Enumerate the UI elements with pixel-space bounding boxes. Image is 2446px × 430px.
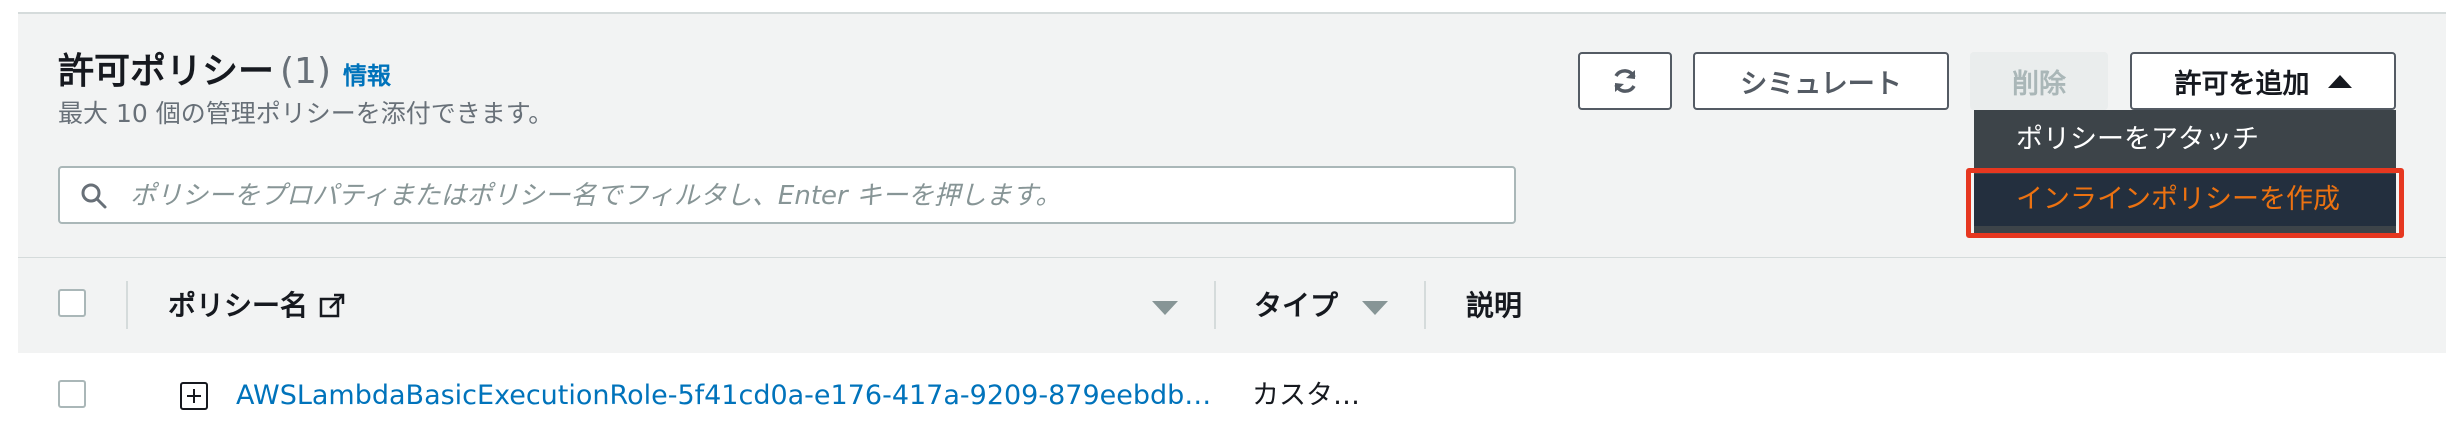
search-placeholder: ポリシーをプロパティまたはポリシー名でフィルタし、Enter キーを押します。	[130, 181, 1062, 211]
policy-name-link[interactable]: AWSLambdaBasicExecutionRole-5f41cd0a-e17…	[236, 378, 1211, 414]
info-link[interactable]: 情報	[343, 61, 391, 91]
column-divider	[126, 281, 128, 329]
page-subtitle: 最大 10 個の管理ポリシーを添付できます。	[58, 99, 554, 128]
sort-down-icon[interactable]	[1152, 301, 1178, 315]
search-icon	[81, 183, 107, 209]
table-header	[18, 257, 2446, 353]
add-permissions-label: 許可を追加	[2174, 68, 2310, 100]
refresh-icon	[1614, 69, 1636, 93]
page-title: 許可ポリシー (1)	[58, 50, 331, 94]
refresh-button[interactable]	[1578, 52, 1672, 110]
sort-down-icon[interactable]	[1362, 301, 1388, 315]
expand-plus-icon[interactable]	[180, 382, 208, 410]
delete-button[interactable]: 削除	[1970, 52, 2108, 110]
column-divider	[1424, 281, 1426, 329]
policy-count: (1)	[280, 51, 332, 92]
menu-item-attach-policies[interactable]: ポリシーをアタッチ	[1974, 120, 2396, 166]
search-input[interactable]: ポリシーをプロパティまたはポリシー名でフィルタし、Enter キーを押します。	[58, 166, 1516, 224]
select-all-checkbox[interactable]	[58, 289, 86, 317]
policy-type-cell: カスタ…	[1252, 380, 1360, 411]
add-permissions-button[interactable]: 許可を追加	[2130, 52, 2396, 110]
column-divider	[1214, 281, 1216, 329]
column-header-description: 説明	[1466, 289, 1523, 322]
simulate-button[interactable]: シミュレート	[1693, 52, 1949, 110]
caret-up-icon	[2327, 74, 2352, 88]
column-header-type[interactable]: タイプ	[1254, 289, 1338, 323]
title-text: 許可ポリシー	[58, 51, 275, 92]
highlight-box	[1966, 168, 2404, 238]
row-checkbox[interactable]	[58, 380, 86, 408]
column-header-policy-name[interactable]: ポリシー名	[168, 289, 308, 323]
external-link-icon	[319, 293, 345, 318]
